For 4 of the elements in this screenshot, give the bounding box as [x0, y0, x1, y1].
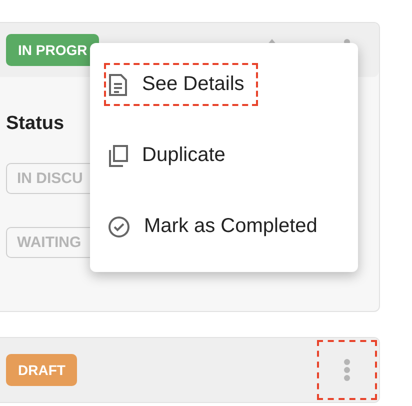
- menu-item[interactable]: See Details: [104, 63, 258, 106]
- section-title: Status: [6, 113, 66, 135]
- status-badge: IN PROGR: [6, 34, 100, 66]
- status-badge: DRAFT: [6, 354, 78, 386]
